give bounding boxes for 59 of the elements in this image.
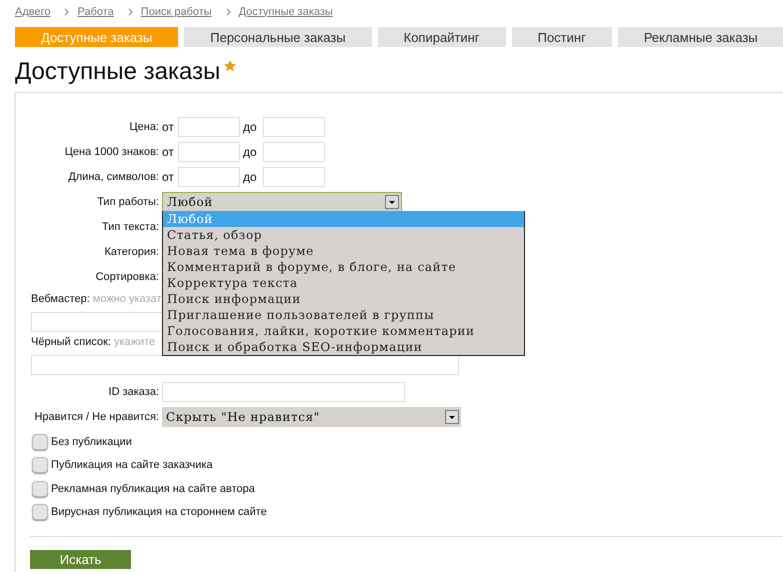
checkbox[interactable] — [32, 504, 48, 520]
dropdown-option[interactable]: Голосования, лайки, короткие комментарии — [163, 323, 524, 339]
field-label: Тип текста: — [101, 220, 160, 232]
tab[interactable]: Персональные заказы — [184, 27, 372, 47]
hint-text: можно указат — [92, 293, 162, 305]
checkbox-label: Рекламная публикация на сайте автора — [51, 482, 255, 495]
star-icon[interactable] — [224, 60, 236, 72]
field-label: Длина, символов: — [67, 170, 160, 182]
input-field[interactable] — [162, 382, 405, 402]
field-label: Цена 1000 знаков: — [64, 146, 160, 158]
chevron-icon — [64, 8, 70, 16]
chevron-icon — [226, 8, 231, 16]
dropdown-option[interactable]: Комментарий в форуме, в блоге, на сайте — [163, 259, 524, 275]
field-label: Категория: — [104, 246, 160, 258]
dropdown-option[interactable]: Новая тема в форуме — [163, 243, 524, 259]
search-button[interactable]: Искать — [30, 550, 131, 569]
checkbox-label: Без публикации — [51, 436, 132, 448]
field-label: Тип работы: — [96, 196, 160, 208]
from-label: от — [162, 144, 175, 158]
dropdown-option[interactable]: Статья, обзор — [163, 227, 524, 243]
input-field[interactable] — [178, 142, 240, 162]
checkbox-label: Вирусная публикация на стороннем сайте — [51, 506, 267, 518]
tab[interactable]: Рекламные заказы — [618, 27, 783, 47]
input-field[interactable] — [263, 166, 325, 186]
field-label: ID заказа: — [108, 386, 160, 398]
field-label: Вебмастер: — [31, 293, 90, 305]
field-label: Чёрный список: — [31, 336, 111, 348]
input-field[interactable] — [178, 166, 240, 186]
dropdown-option[interactable]: Поиск информации — [163, 291, 524, 307]
chevron-icon — [128, 8, 133, 16]
work-type-select[interactable]: Любой — [162, 192, 402, 212]
checkbox[interactable] — [32, 434, 48, 450]
tab[interactable]: Постинг — [512, 27, 612, 47]
input-field[interactable] — [263, 116, 325, 136]
field-label: Сортировка: — [94, 270, 160, 282]
breadcrumb-link[interactable]: Адвего — [15, 6, 50, 18]
field-label: Нравится / Не нравится: — [33, 410, 160, 422]
breadcrumb-link[interactable]: Работа — [77, 6, 114, 18]
breadcrumb-link[interactable]: Доступные заказы — [238, 6, 333, 18]
from-label: от — [162, 120, 175, 134]
dropdown-option[interactable]: Корректура текста — [163, 275, 524, 291]
to-label: до — [243, 144, 258, 158]
input-field[interactable] — [31, 355, 459, 375]
checkbox[interactable] — [32, 457, 48, 474]
dropdown-option[interactable]: Поиск и обработка SEO-информации — [163, 339, 524, 355]
likes-select[interactable]: Скрыть "Не нравится" — [162, 406, 461, 426]
hint-text: укажите — [114, 336, 156, 348]
checkbox-label: Публикация на сайте заказчика — [51, 459, 213, 472]
checkbox[interactable] — [32, 480, 48, 497]
to-label: до — [243, 120, 258, 134]
tab[interactable]: Копирайтинг — [378, 27, 506, 47]
input-field[interactable] — [263, 142, 325, 162]
dropdown-option[interactable]: Приглашение пользователей в группы — [163, 307, 524, 323]
input-field[interactable] — [178, 116, 240, 136]
page-title: Доступные заказы — [15, 57, 220, 87]
field-label: Цена: — [128, 120, 160, 132]
to-label: до — [243, 170, 258, 184]
from-label: от — [162, 170, 175, 184]
breadcrumb-link[interactable]: Поиск работы — [140, 6, 212, 18]
